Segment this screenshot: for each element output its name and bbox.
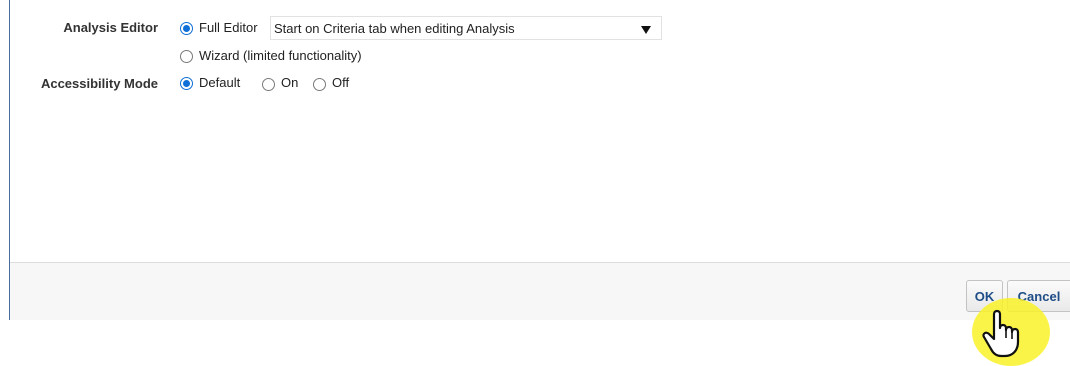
wizard-radio[interactable] bbox=[180, 50, 193, 63]
dialog-footer bbox=[10, 262, 1070, 320]
accessibility-mode-label: Accessibility Mode bbox=[40, 76, 158, 91]
pointing-hand-icon bbox=[982, 309, 1020, 358]
analysis-editor-label: Analysis Editor bbox=[63, 20, 158, 35]
accessibility-default-radio[interactable] bbox=[180, 77, 193, 90]
accessibility-off-label[interactable]: Off bbox=[332, 75, 349, 90]
accessibility-on-label[interactable]: On bbox=[281, 75, 298, 90]
full-editor-radio[interactable] bbox=[180, 22, 193, 35]
dropdown-arrow-icon[interactable] bbox=[641, 26, 651, 34]
wizard-label[interactable]: Wizard (limited functionality) bbox=[199, 48, 362, 63]
start-tab-select-value: Start on Criteria tab when editing Analy… bbox=[274, 21, 515, 36]
accessibility-on-radio[interactable] bbox=[262, 78, 275, 91]
start-tab-select[interactable]: Start on Criteria tab when editing Analy… bbox=[270, 16, 662, 40]
accessibility-off-radio[interactable] bbox=[313, 78, 326, 91]
full-editor-label[interactable]: Full Editor bbox=[199, 20, 258, 35]
accessibility-default-label[interactable]: Default bbox=[199, 75, 240, 90]
preferences-dialog bbox=[9, 0, 1070, 320]
